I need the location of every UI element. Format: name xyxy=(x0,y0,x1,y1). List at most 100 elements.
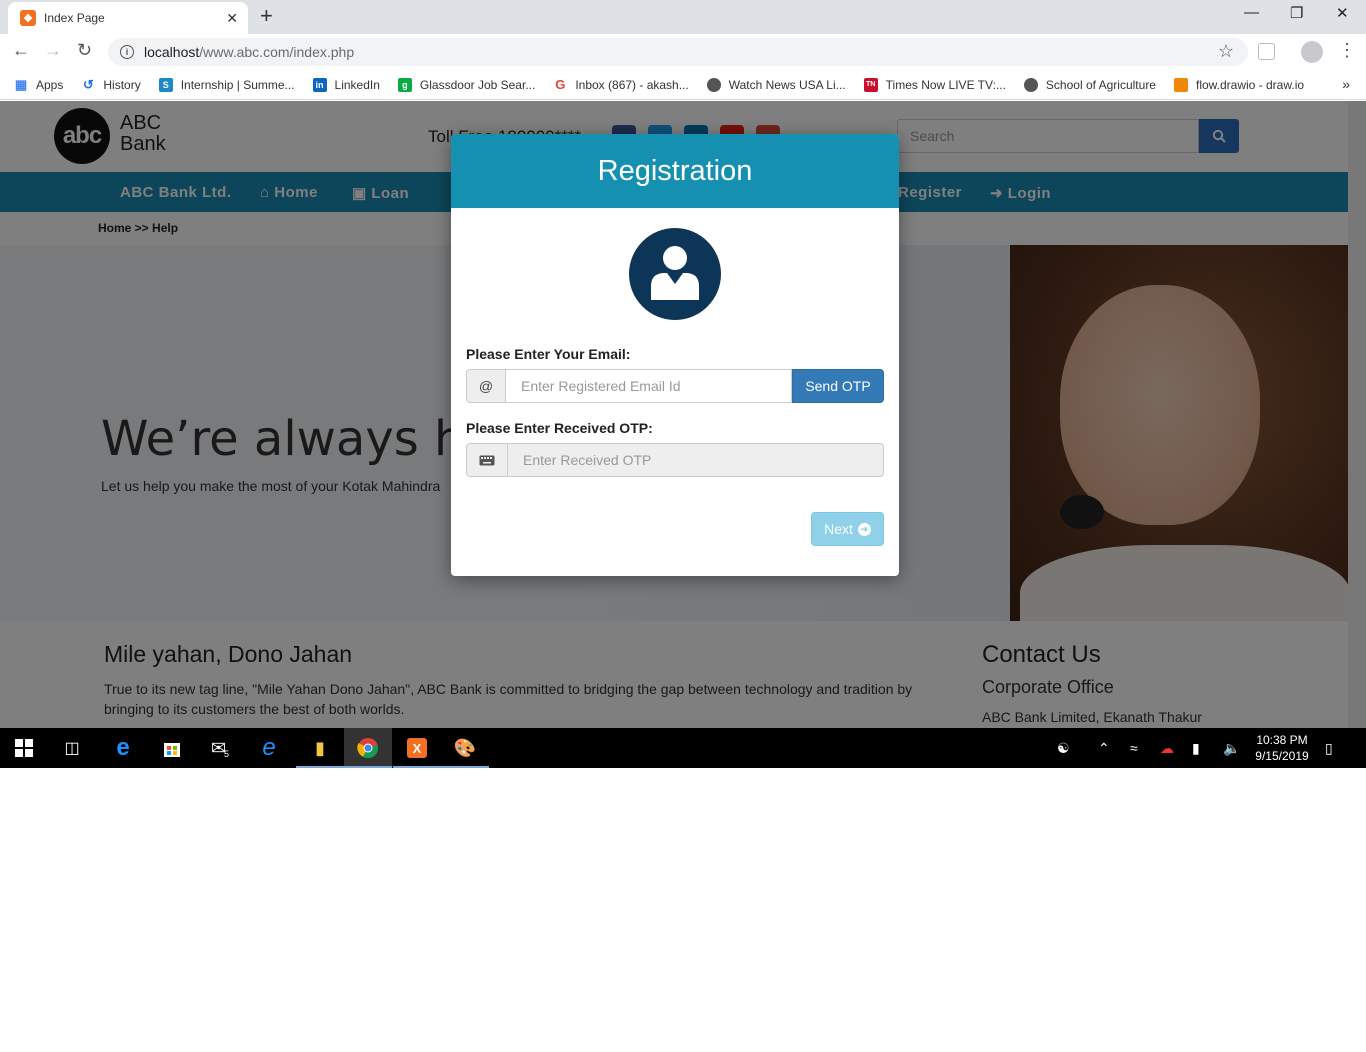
bookmark-label: Times Now LIVE TV:... xyxy=(885,77,1006,92)
clock-time: 10:38 PM xyxy=(1256,733,1308,747)
modal-title: Registration xyxy=(597,154,753,187)
bookmark-label: LinkedIn xyxy=(334,77,380,92)
more-menu-icon[interactable]: ⋮ xyxy=(1338,40,1356,61)
paint-task[interactable]: 🎨 xyxy=(441,728,489,768)
url-text: localhost/www.abc.com/index.php xyxy=(144,44,354,60)
address-bar[interactable]: i localhost/www.abc.com/index.php ☆ xyxy=(108,38,1248,66)
close-window-icon[interactable]: ✕ xyxy=(1336,4,1349,22)
email-input-group: @ Enter Registered Email Id Send OTP xyxy=(466,369,884,403)
extension-icon[interactable] xyxy=(1258,43,1275,60)
bookmark-drawio[interactable]: flow.drawio - draw.io xyxy=(1173,77,1305,92)
drawio-icon xyxy=(1173,77,1188,92)
show-hidden-icons-chevron-icon[interactable]: ⌃ xyxy=(1098,740,1110,757)
browser-tab[interactable]: ❖ Index Page ✕ xyxy=(8,2,248,34)
bookmark-times-now[interactable]: TN Times Now LIVE TV:... xyxy=(863,77,1006,92)
bookmark-history[interactable]: ↺ History xyxy=(81,76,141,92)
reload-icon[interactable]: ↻ xyxy=(77,40,92,61)
linkedin-icon: in xyxy=(312,77,327,92)
people-icon[interactable]: ☯ xyxy=(1057,740,1070,757)
more-bookmarks-icon[interactable]: » xyxy=(1342,76,1350,92)
browser-toolbar: ← → ↻ i localhost/www.abc.com/index.php … xyxy=(0,34,1366,70)
keyboard-icon xyxy=(466,443,508,477)
at-sign-icon: @ xyxy=(466,369,506,403)
bookmark-linkedin[interactable]: in LinkedIn xyxy=(312,77,380,92)
back-icon[interactable]: ← xyxy=(12,40,30,61)
xampp-favicon-icon: ❖ xyxy=(20,10,36,26)
registration-modal: Registration Please Enter Your Email: @ … xyxy=(451,134,899,576)
minimize-icon[interactable]: — xyxy=(1244,4,1259,21)
modal-header: Registration xyxy=(451,134,899,208)
browser-tab-strip: ❖ Index Page ✕ + — ❐ ✕ xyxy=(0,0,1366,34)
file-explorer-task[interactable]: ▮ xyxy=(296,728,344,768)
bookmark-apps[interactable]: ▦ Apps xyxy=(14,76,64,92)
task-view-icon[interactable]: ◫ xyxy=(60,736,84,760)
apps-grid-icon: ▦ xyxy=(14,76,28,92)
email-input[interactable]: Enter Registered Email Id xyxy=(506,369,792,403)
bookmark-inbox[interactable]: G Inbox (867) - akash... xyxy=(553,77,689,92)
bookmark-label: Internship | Summe... xyxy=(180,77,295,92)
volume-icon[interactable]: 🔈 xyxy=(1223,740,1240,757)
bookmark-label: Apps xyxy=(36,77,64,92)
xampp-icon: X xyxy=(405,736,429,760)
windows-taskbar: ◫ e ✉ 5 e ▮ X 🎨 ☯ ⌃ ≈ ☁ ▮ 🔈 10:38 PM 9/1… xyxy=(0,728,1366,768)
otp-input[interactable]: Enter Received OTP xyxy=(508,443,884,477)
user-silhouette-icon xyxy=(651,246,699,300)
history-icon: ↺ xyxy=(82,76,94,92)
active-indicator xyxy=(296,766,344,768)
active-indicator xyxy=(393,766,441,768)
send-otp-button[interactable]: Send OTP xyxy=(792,369,884,403)
svg-text:X: X xyxy=(413,741,422,756)
bookmarks-bar: ▦ Apps ↺ History S Internship | Summe...… xyxy=(0,70,1366,100)
user-avatar-icon xyxy=(629,228,721,320)
bookmark-label: Watch News USA Li... xyxy=(728,77,846,92)
bookmark-label: Inbox (867) - akash... xyxy=(575,77,689,92)
bookmark-internship[interactable]: S Internship | Summe... xyxy=(158,77,295,92)
bookmark-glassdoor[interactable]: g Glassdoor Job Sear... xyxy=(397,77,536,92)
globe-icon xyxy=(706,77,721,92)
next-button-label: Next xyxy=(824,521,853,537)
windows-start-icon[interactable] xyxy=(12,736,36,760)
store-icon[interactable] xyxy=(160,736,184,760)
edge-icon[interactable]: e xyxy=(111,734,135,761)
internshala-icon: S xyxy=(158,77,173,92)
internet-explorer-icon[interactable]: e xyxy=(257,734,281,761)
tab-title: Index Page xyxy=(44,11,105,25)
mail-badge: 5 xyxy=(224,749,230,759)
otp-label: Please Enter Received OTP: xyxy=(466,420,653,436)
arrow-circle-right-icon: ➜ xyxy=(857,522,871,536)
close-tab-icon[interactable]: ✕ xyxy=(226,10,238,27)
times-now-icon: TN xyxy=(863,77,878,92)
glassdoor-icon: g xyxy=(397,77,412,92)
wifi-icon[interactable]: ≈ xyxy=(1130,740,1138,756)
site-info-icon[interactable]: i xyxy=(120,45,134,59)
xampp-task[interactable]: X xyxy=(393,728,441,768)
onedrive-error-icon[interactable]: ☁ xyxy=(1160,740,1174,757)
url-host: localhost xyxy=(144,44,200,60)
active-indicator xyxy=(344,766,392,768)
active-indicator xyxy=(441,766,489,768)
bookmark-label: School of Agriculture xyxy=(1045,77,1156,92)
chrome-task[interactable] xyxy=(344,728,392,768)
otp-input-group: Enter Received OTP xyxy=(466,443,884,477)
profile-avatar-icon[interactable] xyxy=(1301,41,1323,63)
restore-icon[interactable]: ❐ xyxy=(1290,4,1303,22)
battery-icon[interactable]: ▮ xyxy=(1192,740,1200,757)
action-center-icon[interactable]: ▯ xyxy=(1325,740,1333,757)
bookmark-star-icon[interactable]: ☆ xyxy=(1218,41,1234,62)
google-icon: G xyxy=(555,77,566,92)
next-button[interactable]: Next ➜ xyxy=(811,512,884,546)
bookmark-watch-news[interactable]: Watch News USA Li... xyxy=(706,77,846,92)
system-clock[interactable]: 10:38 PM 9/15/2019 xyxy=(1252,732,1312,764)
mail-icon[interactable]: ✉ 5 xyxy=(208,736,232,760)
globe-icon xyxy=(1023,77,1038,92)
clock-date: 9/15/2019 xyxy=(1255,749,1309,763)
bookmark-school-agriculture[interactable]: School of Agriculture xyxy=(1023,77,1156,92)
forward-icon[interactable]: → xyxy=(44,40,62,61)
bookmark-label: flow.drawio - draw.io xyxy=(1195,77,1305,92)
bookmark-label: Glassdoor Job Sear... xyxy=(419,77,536,92)
bookmark-label: History xyxy=(103,77,141,92)
chrome-icon xyxy=(356,736,380,760)
file-explorer-icon: ▮ xyxy=(315,737,325,758)
paint-palette-icon: 🎨 xyxy=(453,737,477,758)
new-tab-icon[interactable]: + xyxy=(260,5,273,27)
